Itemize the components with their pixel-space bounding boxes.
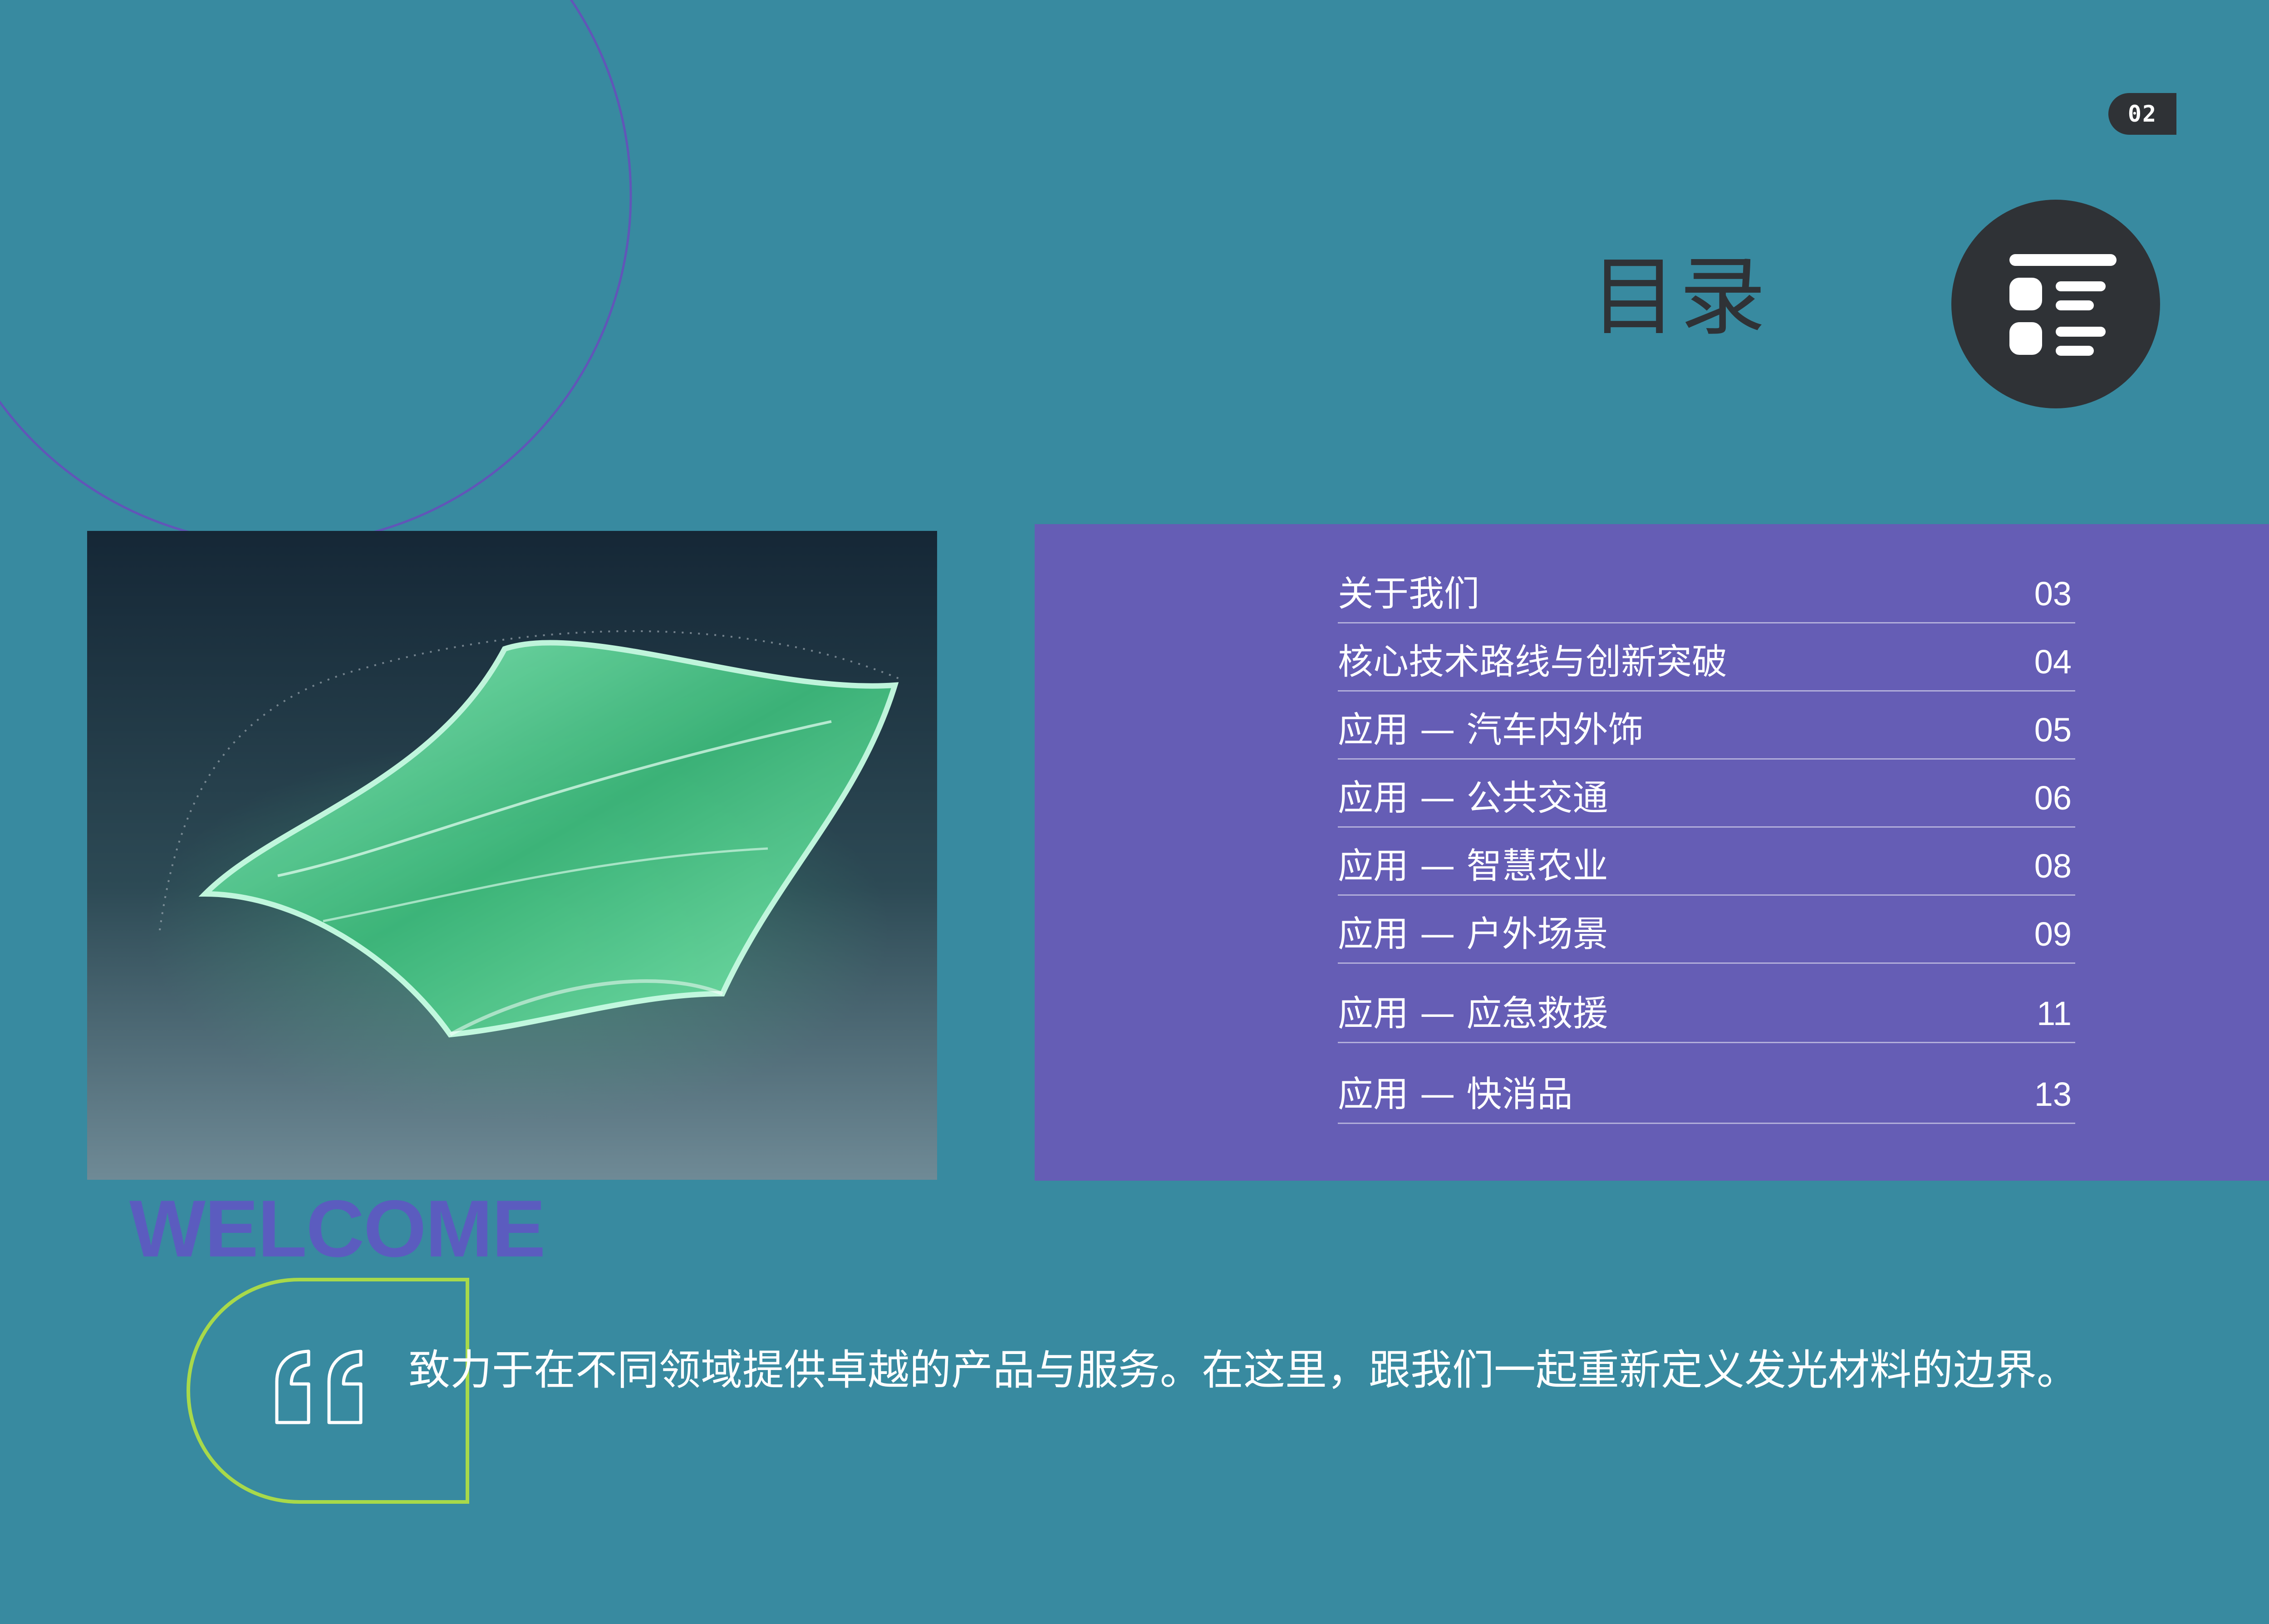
- toc-item-page: 09: [2034, 915, 2072, 953]
- toc-item-page: 03: [2034, 575, 2072, 613]
- toc-item-label: 应用 — 公共交通: [1338, 778, 1608, 819]
- welcome-heading: WELCOME: [129, 1183, 545, 1274]
- toc-item-label: 核心技术路线与创新突破: [1338, 642, 1728, 682]
- toc-item-label: 应用 — 应急救援: [1338, 993, 1608, 1034]
- tagline-text: 致力于在不同领域提供卓越的产品与服务。在这里，跟我们一起重新定义发光材料的边界。: [408, 1346, 2079, 1394]
- toc-item-page: 05: [2034, 711, 2072, 749]
- toc-item[interactable]: 应用 — 快消品 13: [1338, 1043, 2075, 1124]
- toc-item[interactable]: 应用 — 应急救援 11: [1338, 964, 2075, 1043]
- toc-item-page: 11: [2037, 995, 2072, 1032]
- toc-item-label: 关于我们: [1338, 574, 1480, 614]
- toc-item-page: 13: [2034, 1075, 2072, 1113]
- toc-item[interactable]: 应用 — 汽车内外饰 05: [1338, 692, 2075, 760]
- toc-item-label: 应用 — 汽车内外饰: [1338, 710, 1644, 751]
- table-of-contents: 关于我们 03 核心技术路线与创新突破 04 应用 — 汽车内外饰 05 应用 …: [1035, 524, 2269, 1181]
- toc-item-page: 08: [2034, 847, 2072, 885]
- toc-item[interactable]: 应用 — 智慧农业 08: [1338, 828, 2075, 896]
- toc-item-page: 06: [2034, 779, 2072, 817]
- toc-item-page: 04: [2034, 643, 2072, 681]
- toc-item[interactable]: 应用 — 户外场景 09: [1338, 896, 2075, 964]
- toc-item[interactable]: 核心技术路线与创新突破 04: [1338, 623, 2075, 692]
- toc-item[interactable]: 关于我们 03: [1338, 524, 2075, 623]
- page-title: 目录: [1591, 247, 1769, 347]
- page-number-badge: 02: [2108, 93, 2176, 135]
- toc-item[interactable]: 应用 — 公共交通 06: [1338, 760, 2075, 828]
- decorative-circle: [0, 0, 632, 545]
- quote-icon: [275, 1349, 363, 1424]
- glowing-fabric-image: [87, 531, 937, 1180]
- toc-item-label: 应用 — 快消品: [1338, 1074, 1573, 1115]
- toc-item-label: 应用 — 智慧农业: [1338, 846, 1608, 887]
- toc-item-label: 应用 — 户外场景: [1338, 914, 1608, 955]
- list-menu-icon: [1951, 200, 2160, 408]
